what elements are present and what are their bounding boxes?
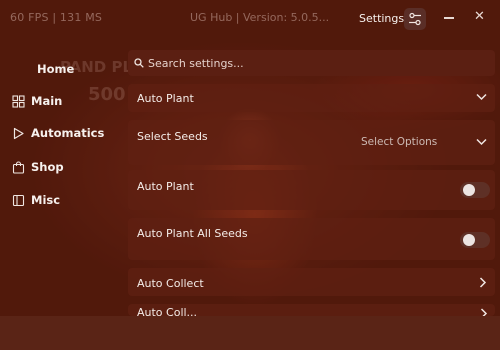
sidebar-item-automatics[interactable]: Automatics	[12, 121, 104, 145]
sidebar-item-label: Automatics	[31, 126, 105, 140]
auto-plant-toggle[interactable]	[460, 182, 490, 198]
sidebar-item-label: Shop	[31, 160, 64, 174]
sidebar-item-home[interactable]: Home	[37, 57, 74, 81]
section-auto-collect-2[interactable]: Auto Coll...	[128, 304, 495, 316]
background-number: 500	[88, 84, 126, 105]
toggle-knob	[463, 184, 475, 196]
section-auto-plant[interactable]: Auto Plant	[128, 84, 495, 112]
hub-version-title: UG Hub | Version: 5.0.5...	[190, 11, 330, 24]
toggle-label: Auto Plant	[137, 180, 194, 193]
close-icon: ✕	[474, 9, 485, 24]
search-icon	[134, 58, 144, 68]
section-label: Auto Collect	[137, 277, 204, 290]
auto-plant-toggle-row: Auto Plant	[128, 170, 495, 210]
sidebar-item-label: Main	[31, 94, 63, 108]
play-icon	[13, 127, 24, 139]
toggle-label: Auto Plant All Seeds	[137, 227, 248, 240]
close-button[interactable]: ✕	[474, 9, 485, 24]
sidebar-item-main[interactable]: Main	[12, 89, 62, 113]
section-label: Auto Plant	[137, 92, 194, 105]
search-bar[interactable]	[128, 50, 495, 76]
auto-plant-all-seeds-toggle[interactable]	[460, 232, 490, 248]
chevron-down-icon	[476, 93, 487, 101]
sidebar-item-shop[interactable]: Shop	[12, 155, 64, 179]
search-input[interactable]	[148, 56, 478, 70]
dropdown-value: Select Options	[361, 136, 438, 148]
chevron-down-icon	[476, 138, 487, 146]
dropdown-label: Select Seeds	[137, 130, 208, 143]
toggle-knob	[463, 234, 475, 246]
grid-icon	[12, 94, 25, 108]
title-bar: 60 FPS | 131 MS UG Hub | Version: 5.0.5.…	[0, 0, 500, 36]
shopping-bag-icon	[12, 160, 25, 174]
window-icon	[12, 194, 25, 206]
settings-button[interactable]	[404, 8, 426, 30]
select-seeds-dropdown[interactable]: Select Seeds Select Options	[128, 120, 495, 165]
chevron-right-icon	[479, 277, 487, 288]
section-label: Auto Coll...	[137, 306, 198, 316]
sliders-icon	[409, 12, 421, 26]
minimize-button[interactable]	[444, 17, 454, 19]
bottom-edge	[0, 316, 500, 350]
sidebar-item-label: Home	[37, 62, 75, 76]
fps-ping-readout: 60 FPS | 131 MS	[10, 11, 103, 24]
settings-label: Settings	[359, 12, 405, 25]
auto-plant-all-seeds-toggle-row: Auto Plant All Seeds	[128, 218, 495, 260]
section-auto-collect[interactable]: Auto Collect	[128, 268, 495, 296]
sidebar-item-label: Misc	[31, 193, 61, 207]
sidebar-item-misc[interactable]: Misc	[12, 188, 60, 212]
